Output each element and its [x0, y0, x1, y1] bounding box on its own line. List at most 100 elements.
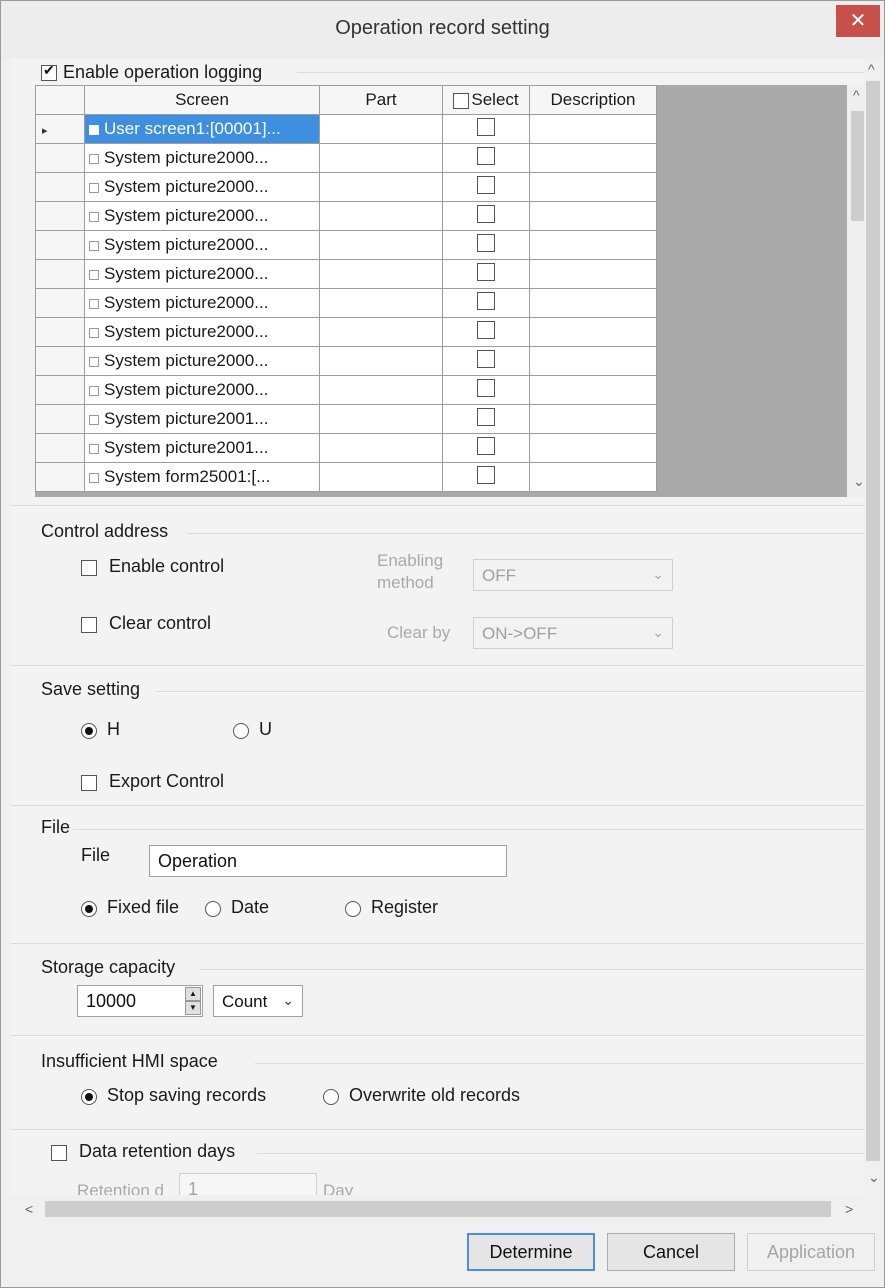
col-header-select[interactable]: Select [442, 85, 530, 115]
stop-saving-radio[interactable] [81, 1089, 97, 1105]
row-header[interactable] [35, 462, 85, 492]
table-row[interactable]: System picture2000... [35, 143, 657, 173]
enable-control-checkbox[interactable] [81, 560, 97, 576]
screen-cell[interactable]: System picture2000... [84, 230, 320, 260]
screen-grid[interactable]: Screen Part Select Description ▸ User scr… [35, 85, 871, 497]
save-h-radio[interactable] [81, 723, 97, 739]
save-u-radio[interactable] [233, 723, 249, 739]
dialog-hscroll-thumb[interactable] [45, 1201, 831, 1217]
row-select-checkbox[interactable] [477, 233, 495, 252]
enable-logging-checkbox[interactable] [41, 62, 57, 81]
date-radio[interactable] [205, 901, 221, 917]
dialog-vscroll-thumb[interactable] [866, 81, 880, 1161]
part-cell[interactable] [319, 346, 443, 376]
description-cell[interactable] [529, 230, 657, 260]
select-all-checkbox[interactable] [453, 92, 470, 109]
part-cell[interactable] [319, 375, 443, 405]
description-cell[interactable] [529, 114, 657, 144]
part-cell[interactable] [319, 433, 443, 463]
description-cell[interactable] [529, 259, 657, 289]
table-row[interactable]: System picture2001... [35, 404, 657, 434]
scroll-up-icon[interactable]: ^ [868, 61, 875, 77]
part-cell[interactable] [319, 201, 443, 231]
export-control-checkbox[interactable] [81, 775, 97, 791]
table-row[interactable]: System picture2000... [35, 259, 657, 289]
row-header[interactable] [35, 404, 85, 434]
clear-by-select[interactable]: ON->OFF ⌄ [473, 617, 673, 649]
overwrite-radio[interactable] [323, 1089, 339, 1105]
screen-cell[interactable]: System form25001:[... [84, 462, 320, 492]
row-select-checkbox[interactable] [477, 407, 495, 426]
description-cell[interactable] [529, 404, 657, 434]
screen-cell[interactable]: System picture2000... [84, 288, 320, 318]
enabling-method-select[interactable]: OFF ⌄ [473, 559, 673, 591]
description-cell[interactable] [529, 317, 657, 347]
description-cell[interactable] [529, 288, 657, 318]
row-select-checkbox[interactable] [477, 436, 495, 455]
part-cell[interactable] [319, 317, 443, 347]
row-header[interactable] [35, 346, 85, 376]
screen-cell[interactable]: System picture2001... [84, 433, 320, 463]
screen-cell[interactable]: System picture2000... [84, 201, 320, 231]
col-header-description[interactable]: Description [529, 85, 657, 115]
row-header[interactable] [35, 172, 85, 202]
description-cell[interactable] [529, 375, 657, 405]
row-select-checkbox[interactable] [477, 175, 495, 194]
part-cell[interactable] [319, 259, 443, 289]
row-select-checkbox[interactable] [477, 465, 495, 484]
description-cell[interactable] [529, 462, 657, 492]
row-header[interactable] [35, 259, 85, 289]
row-select-checkbox[interactable] [477, 117, 495, 136]
fixed-file-radio[interactable] [81, 901, 97, 917]
row-select-checkbox[interactable] [477, 291, 495, 310]
screen-cell[interactable]: System picture2001... [84, 404, 320, 434]
description-cell[interactable] [529, 201, 657, 231]
dialog-vscroll[interactable]: ^ ⌄ [864, 59, 882, 1195]
row-select-checkbox[interactable] [477, 349, 495, 368]
description-cell[interactable] [529, 433, 657, 463]
screen-cell[interactable]: System picture2000... [84, 317, 320, 347]
row-header[interactable] [35, 143, 85, 173]
row-select-checkbox[interactable] [477, 320, 495, 339]
spin-up-icon[interactable]: ▲ [185, 987, 201, 1001]
table-row[interactable]: System picture2000... [35, 288, 657, 318]
part-cell[interactable] [319, 172, 443, 202]
part-cell[interactable] [319, 462, 443, 492]
row-select-checkbox[interactable] [477, 146, 495, 165]
part-cell[interactable] [319, 143, 443, 173]
storage-unit-select[interactable]: Count ⌄ [213, 985, 303, 1017]
screen-cell[interactable]: User screen1:[00001]... [84, 114, 320, 144]
row-header[interactable] [35, 230, 85, 260]
storage-capacity-spinner[interactable]: ▲ ▼ [185, 987, 201, 1015]
file-name-input[interactable]: Operation [149, 845, 507, 877]
row-header[interactable] [35, 433, 85, 463]
clear-control-checkbox[interactable] [81, 617, 97, 633]
row-header[interactable] [35, 317, 85, 347]
spin-down-icon[interactable]: ▼ [185, 1001, 201, 1015]
close-button[interactable]: ✕ [836, 5, 880, 37]
row-header[interactable]: ▸ [35, 114, 85, 144]
table-row[interactable]: ▸ User screen1:[00001]... [35, 114, 657, 144]
table-row[interactable]: System form25001:[... [35, 462, 657, 492]
table-row[interactable]: System picture2000... [35, 317, 657, 347]
data-retention-checkbox[interactable] [51, 1145, 67, 1161]
screen-cell[interactable]: System picture2000... [84, 143, 320, 173]
description-cell[interactable] [529, 172, 657, 202]
scroll-down-icon[interactable]: ⌄ [868, 1169, 880, 1186]
dialog-hscroll[interactable]: < > [19, 1195, 864, 1225]
table-row[interactable]: System picture2000... [35, 375, 657, 405]
screen-cell[interactable]: System picture2000... [84, 172, 320, 202]
part-cell[interactable] [319, 404, 443, 434]
col-header-part[interactable]: Part [319, 85, 443, 115]
table-row[interactable]: System picture2000... [35, 201, 657, 231]
row-header[interactable] [35, 375, 85, 405]
table-row[interactable]: System picture2000... [35, 172, 657, 202]
row-select-checkbox[interactable] [477, 378, 495, 397]
screen-cell[interactable]: System picture2000... [84, 346, 320, 376]
row-select-checkbox[interactable] [477, 204, 495, 223]
register-radio[interactable] [345, 901, 361, 917]
scroll-left-icon[interactable]: < [25, 1201, 33, 1217]
table-row[interactable]: System picture2001... [35, 433, 657, 463]
grid-scroll-down-icon[interactable]: ⌄ [853, 473, 865, 490]
table-row[interactable]: System picture2000... [35, 230, 657, 260]
